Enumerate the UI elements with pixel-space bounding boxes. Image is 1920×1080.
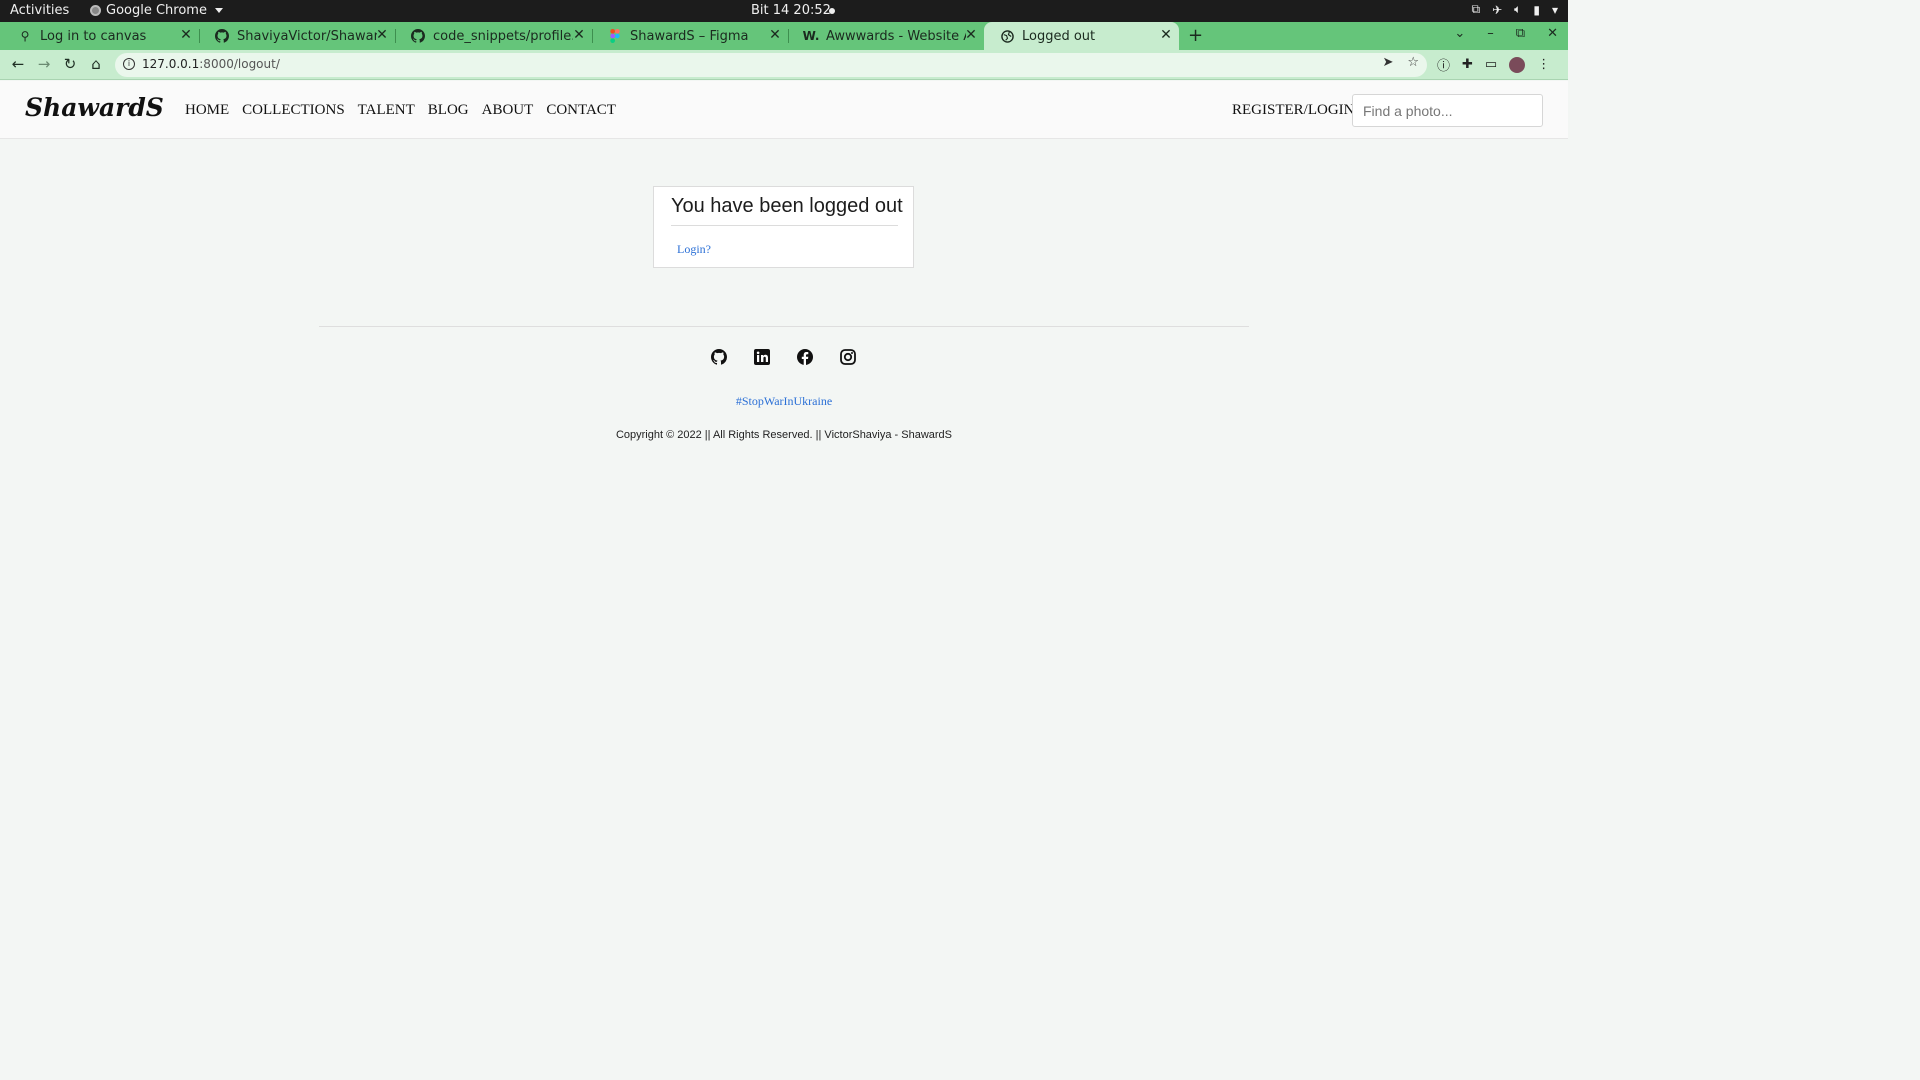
copyright-text: Copyright © 2022 || All Rights Reserved.…: [615, 429, 953, 441]
facebook-icon[interactable]: [797, 349, 813, 365]
site-header: ShawardS HOME COLLECTIONS TALENT BLOG AB…: [0, 81, 1568, 139]
linkedin-icon[interactable]: [754, 349, 770, 365]
forward-icon[interactable]: →: [35, 55, 53, 73]
nav-contact[interactable]: CONTACT: [546, 102, 616, 119]
tab-figma[interactable]: ShawardS – Figma ✕: [592, 22, 789, 50]
notification-dot-icon: [829, 8, 835, 14]
nav-talent[interactable]: TALENT: [358, 102, 415, 119]
close-icon[interactable]: ✕: [964, 27, 978, 43]
omnibox-actions: ➤ ☆: [1382, 55, 1419, 70]
instagram-icon[interactable]: [840, 349, 856, 365]
app-menu[interactable]: Google Chrome: [90, 3, 223, 18]
site-logo[interactable]: ShawardS: [25, 93, 164, 122]
system-tray[interactable]: ⧉ ✈ 🔈︎ ▮ ▾: [1472, 2, 1558, 17]
window-controls: ⌄ – ⧉ ✕: [1454, 26, 1558, 41]
network-icon: ⧉: [1471, 2, 1481, 16]
airplane-icon: ✈: [1492, 2, 1503, 17]
tab-search-icon[interactable]: ⌄: [1454, 26, 1465, 41]
close-icon[interactable]: ✕: [572, 27, 586, 43]
register-login-link[interactable]: REGISTER/LOGIN: [1232, 102, 1355, 119]
tab-logged-out[interactable]: Logged out ✕: [984, 22, 1179, 50]
extension-icon[interactable]: ⓘ: [1437, 55, 1450, 74]
profile-avatar[interactable]: [1509, 56, 1526, 73]
canvas-icon: ⚲: [20, 29, 30, 43]
logout-heading: You have been logged out: [671, 195, 903, 217]
login-link[interactable]: Login?: [677, 242, 711, 257]
close-icon[interactable]: ✕: [179, 27, 193, 43]
app-menu-label: Google Chrome: [106, 3, 207, 18]
tab-canvas[interactable]: ⚲ Log in to canvas ✕: [2, 22, 200, 50]
minimize-icon[interactable]: –: [1487, 26, 1494, 41]
tab-github-code-snippets[interactable]: code_snippets/profile.htm ✕: [395, 22, 593, 50]
reload-icon[interactable]: ↻: [61, 55, 79, 73]
send-icon[interactable]: ➤: [1382, 55, 1393, 70]
url-text[interactable]: 127.0.0.1:8000/logout/: [142, 57, 280, 71]
awwwards-icon: W.: [802, 29, 820, 43]
back-icon[interactable]: ←: [9, 55, 27, 73]
activities-button[interactable]: Activities: [10, 3, 69, 18]
new-tab-button[interactable]: +: [1188, 25, 1203, 46]
close-icon[interactable]: ✕: [768, 27, 782, 43]
site-info-icon[interactable]: i: [123, 58, 135, 70]
tab-title: ShaviyaVictor/ShawardS: [237, 28, 377, 44]
logout-card: You have been logged out Login?: [653, 186, 914, 268]
chevron-down-icon: ▾: [1551, 2, 1558, 17]
nav-about[interactable]: ABOUT: [482, 102, 534, 119]
maximize-icon[interactable]: ⧉: [1516, 26, 1525, 41]
search-input[interactable]: [1352, 94, 1543, 127]
puzzle-icon[interactable]: ✚: [1462, 57, 1473, 72]
close-window-icon[interactable]: ✕: [1547, 26, 1558, 41]
footer-divider: [319, 326, 1249, 327]
battery-icon: ▮: [1533, 2, 1540, 17]
divider: [671, 225, 898, 226]
bookmark-star-icon[interactable]: ☆: [1407, 55, 1419, 70]
system-top-bar: Activities Google Chrome Bit 14 20:52 ⧉ …: [0, 0, 1568, 22]
github-icon: [411, 29, 425, 43]
tab-title: code_snippets/profile.htm: [433, 28, 573, 44]
url-host: 127.0.0.1: [142, 57, 200, 71]
nav-home[interactable]: HOME: [185, 102, 229, 119]
nav-collections[interactable]: COLLECTIONS: [242, 102, 345, 119]
close-icon[interactable]: ✕: [1159, 27, 1173, 43]
address-bar[interactable]: i 127.0.0.1:8000/logout/ ➤ ☆: [115, 53, 1427, 77]
volume-icon: 🔈︎: [1514, 2, 1522, 16]
github-icon[interactable]: [711, 349, 728, 365]
tab-title: Log in to canvas: [40, 28, 147, 44]
tab-awwwards[interactable]: W. Awwwards - Website Awards ✕: [788, 22, 984, 50]
stop-war-hashtag-link[interactable]: #StopWarInUkraine: [736, 394, 832, 408]
home-icon[interactable]: ⌂: [87, 55, 105, 73]
close-icon[interactable]: ✕: [375, 27, 389, 43]
nav-blog[interactable]: BLOG: [428, 102, 469, 119]
tab-strip: ⚲ Log in to canvas ✕ ShaviyaVictor/Shawa…: [0, 22, 1568, 50]
hashtag-container: #StopWarInUkraine: [0, 394, 1568, 409]
chevron-down-icon: [214, 8, 223, 13]
url-path: :8000/logout/: [199, 57, 280, 71]
tab-title: Logged out: [1022, 28, 1096, 44]
figma-icon: [608, 29, 622, 43]
main-nav: HOME COLLECTIONS TALENT BLOG ABOUT CONTA…: [185, 102, 616, 119]
cast-icon[interactable]: ▭: [1485, 57, 1497, 72]
clock[interactable]: Bit 14 20:52: [751, 3, 831, 18]
extensions-area: ⓘ ✚ ▭ ⋮: [1437, 55, 1550, 74]
chrome-icon: [90, 5, 101, 16]
github-icon: [215, 29, 229, 43]
tab-title: Awwwards - Website Awards: [826, 28, 966, 44]
globe-icon: [1000, 29, 1014, 43]
tab-github-shawards[interactable]: ShaviyaVictor/ShawardS ✕: [199, 22, 396, 50]
menu-dots-icon[interactable]: ⋮: [1537, 57, 1550, 72]
tab-title: ShawardS – Figma: [630, 28, 749, 44]
browser-toolbar: ← → ↻ ⌂ i 127.0.0.1:8000/logout/ ➤ ☆: [0, 50, 1568, 80]
